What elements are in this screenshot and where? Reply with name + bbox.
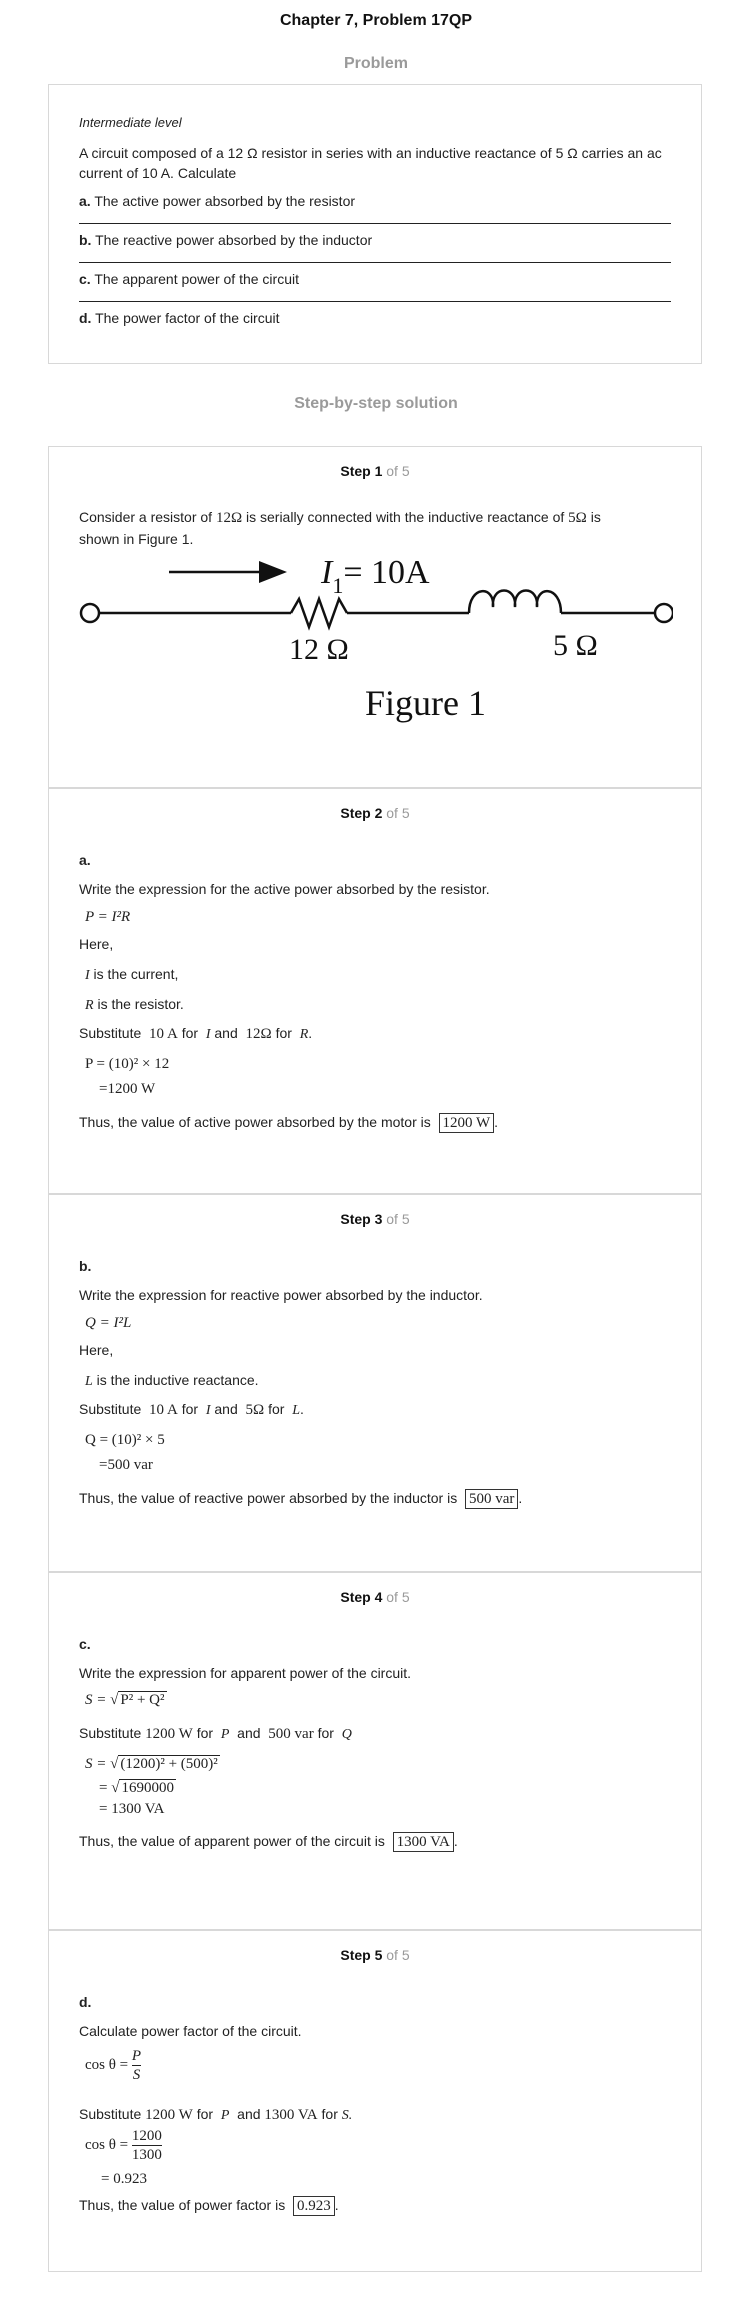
problem-statement: A circuit composed of a 12 Ω resistor in… [79, 145, 662, 181]
calculation: = 1300 VA [99, 1801, 165, 1817]
inductor-label: 5 Ω [553, 629, 598, 662]
solution-heading: Step-by-step solution [294, 395, 458, 412]
result-value: 1200 W [438, 1113, 495, 1133]
result-value: 1300 VA [392, 1832, 454, 1852]
step-title: Step 3 of 5 [340, 1211, 410, 1227]
part-label: d. [79, 1994, 92, 2010]
substitute-line: Substitute 1200 W for P and 1300 VA for … [79, 2106, 353, 2123]
figure-caption: Figure 1 [365, 683, 486, 723]
problem-heading: Problem [343, 55, 408, 72]
step-title: Step 2 of 5 [340, 805, 410, 821]
substitute-line: Substitute 10 A for I and 12Ω for R. [79, 1025, 313, 1042]
difficulty-level: Intermediate level [79, 115, 182, 130]
calculation: = √ 1690000 [99, 1779, 176, 1796]
step-title: Step 1 of 5 [340, 463, 410, 479]
calculation: P = (10)² × 12 [85, 1056, 170, 1072]
substitute-line: Substitute 1200 W for P and 500 var for … [79, 1725, 352, 1742]
calculation: = 0.923 [101, 2171, 147, 2187]
circuit-figure: I1= 10A 12 Ω 5 Ω Figure 1 [79, 554, 673, 723]
resistor-label: 12 Ω [289, 633, 349, 666]
calculation: Q = (10)² × 5 [85, 1432, 165, 1448]
result-line: Thus, the value of active power absorbed… [79, 1113, 499, 1133]
step-5-card: Step 5 of 5 d. Calculate power factor of… [48, 1930, 702, 2272]
step-text: Calculate power factor of the circuit. [79, 2023, 302, 2039]
step-text: Here, [79, 936, 114, 952]
formula: P = I²R [85, 909, 131, 925]
problem-box: Intermediate level A circuit composed of… [48, 84, 702, 364]
resistor-symbol [289, 595, 349, 631]
step-2-card: Step 2 of 5 a. Write the expression for … [48, 788, 702, 1194]
calculation: =500 var [99, 1457, 153, 1473]
formula: cos θ = PS [85, 2048, 142, 2083]
formula: S = √ P² + Q² [85, 1691, 167, 1708]
current-label: I1= 10A [320, 554, 430, 598]
part-label: b. [79, 1258, 92, 1274]
step-text: Consider a resistor of 12Ω is serially c… [79, 509, 601, 526]
step-1-card: Step 1 of 5 Consider a resistor of 12Ω i… [48, 446, 702, 788]
page-title: Chapter 7, Problem 17QP [279, 12, 473, 29]
definition: R is the resistor. [85, 996, 184, 1013]
formula: Q = I²L [85, 1315, 132, 1331]
problem-part-c: c. The apparent power of the circuit [79, 265, 671, 302]
problem-part-d: d. The power factor of the circuit [79, 310, 280, 326]
step-3-card: Step 3 of 5 b. Write the expression for … [48, 1194, 702, 1572]
result-line: Thus, the value of reactive power absorb… [79, 1489, 523, 1509]
current-arrow-head [259, 561, 287, 583]
terminal-left [79, 602, 101, 624]
step-title: Step 5 of 5 [340, 1947, 410, 1963]
step-text: Write the expression for apparent power … [79, 1665, 412, 1681]
step-text: Write the expression for the active powe… [79, 881, 490, 897]
step-text: Write the expression for reactive power … [79, 1287, 483, 1303]
step-text: Here, [79, 1342, 114, 1358]
result-line: Thus, the value of power factor is 0.923… [79, 2196, 339, 2216]
result-value: 500 var [465, 1489, 519, 1509]
step-title: Step 4 of 5 [340, 1589, 410, 1605]
calculation: cos θ = 1200 1300 [85, 2128, 162, 2163]
step-text: shown in Figure 1. [79, 531, 194, 547]
definition: L is the inductive reactance. [85, 1372, 259, 1389]
part-label: a. [79, 852, 91, 868]
result-line: Thus, the value of apparent power of the… [79, 1832, 458, 1852]
substitute-line: Substitute 10 A for I and 5Ω for L. [79, 1401, 304, 1418]
part-label: c. [79, 1636, 91, 1652]
calculation: =1200 W [99, 1081, 156, 1097]
calculation: S = √ (1200)² + (500)² [85, 1755, 220, 1772]
definition: I is the current, [85, 966, 179, 983]
terminal-right [653, 602, 673, 624]
inductor-symbol [467, 589, 563, 614]
problem-part-b: b. The reactive power absorbed by the in… [79, 226, 671, 263]
problem-part-a: a. The active power absorbed by the resi… [79, 187, 671, 224]
step-4-card: Step 4 of 5 c. Write the expression for … [48, 1572, 702, 1930]
result-value: 0.923 [293, 2196, 335, 2216]
